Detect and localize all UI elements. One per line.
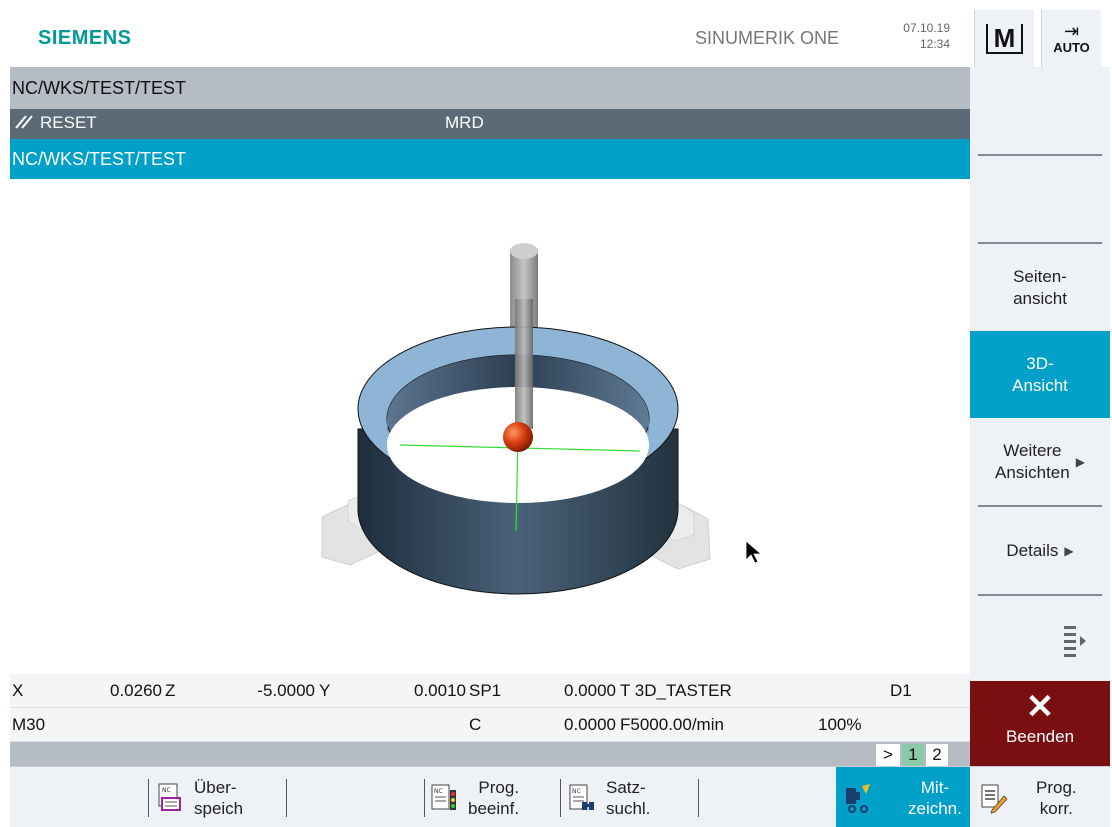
axis-c-value: 0.0000 (564, 715, 616, 734)
page-next-button[interactable]: > (876, 744, 900, 766)
overstore-icon: NC (158, 783, 181, 811)
channel-status-bar: RESET MRD (10, 109, 970, 139)
feed-override: 100% (818, 715, 862, 734)
softkey-satzsuchl[interactable]: NC Satz-suchl. (568, 767, 698, 827)
feedrate: F5000.00/min (620, 715, 724, 734)
tool-offset: D1 (890, 681, 912, 700)
softkey-seitenansicht[interactable]: Seiten-ansicht (970, 244, 1110, 331)
softkey-label: ansicht (1013, 288, 1067, 308)
softkey-divider (560, 779, 561, 817)
time: 12:34 (919, 37, 950, 51)
softkey-label: Über- (194, 777, 237, 797)
softkey-empty-1[interactable] (970, 67, 1110, 154)
program-control-icon: NC (431, 784, 456, 810)
axis-c-label: C (469, 715, 482, 734)
softkey-ueberspeich[interactable]: NC Über-speich (156, 767, 286, 827)
page-1-button[interactable]: 1 (902, 744, 924, 766)
path-title-bar: NC/WKS/TEST/TEST (10, 67, 970, 109)
softkey-details[interactable]: Details ▶ (970, 507, 1110, 594)
axis-x-label: X (12, 681, 24, 700)
softkey-3d-ansicht[interactable]: 3D- Ansicht (970, 331, 1110, 418)
close-x-icon: ✕ (1025, 688, 1055, 726)
date-time: 07.10.19 12:34 (890, 20, 950, 52)
machine-m-icon: M (985, 23, 1024, 54)
spindle-label: SP1 (469, 681, 502, 700)
mrd-status: MRD (445, 113, 484, 132)
softkey-more[interactable] (970, 596, 1110, 683)
svg-text:NC: NC (162, 787, 171, 794)
auto-arrow-icon: ⇥ (1063, 21, 1080, 41)
axis-z-label: Z (165, 681, 176, 700)
axis-y-label: Y (319, 681, 331, 700)
softkey-mitzeichnen[interactable]: Mit-zeichn. (836, 767, 970, 827)
chevron-right-icon: ▶ (1075, 454, 1085, 469)
simulation-view[interactable] (10, 179, 970, 674)
auto-mode-label: AUTO (1053, 40, 1090, 55)
softkey-label: korr. (1039, 798, 1073, 818)
siemens-logo: SIEMENS (38, 27, 132, 49)
softkey-label: Prog. (1036, 777, 1077, 797)
date: 07.10.19 (903, 21, 950, 35)
softkey-label: 3D- (1026, 353, 1054, 373)
page-strip (10, 742, 970, 766)
softkey-label: speich (194, 798, 244, 818)
path-title: NC/WKS/TEST/TEST (12, 77, 187, 98)
softkey-label: zeichn. (908, 798, 962, 818)
machine-mode-button[interactable]: M (974, 10, 1034, 67)
softkey-label: Satz- (606, 777, 646, 797)
axis-z-value: -5.0000 (257, 681, 315, 700)
chevron-right-icon: ▶ (1064, 543, 1074, 558)
softkey-prog-korr[interactable]: Prog. korr. (976, 767, 1110, 827)
simulation-3d-scene (321, 243, 763, 595)
softkey-label: Ansicht (1012, 375, 1068, 395)
softkey-label: Prog. (478, 777, 520, 797)
softkey-weitere-ansichten[interactable]: Weitere Ansichten ▶ (970, 418, 1110, 505)
softkey-prog-beeinf[interactable]: NC Prog. beeinf. (430, 767, 550, 827)
program-name: NC/WKS/TEST/TEST (12, 148, 187, 169)
softkey-label: Details (1006, 540, 1059, 560)
product-name: SINUMERIK ONE (695, 28, 840, 48)
block-search-icon: NC (569, 784, 594, 810)
program-name-bar: NC/WKS/TEST/TEST (10, 139, 970, 179)
current-block: M30 (12, 715, 46, 734)
reset-label: RESET (40, 113, 97, 132)
hmi-screen: SIEMENS SINUMERIK ONE 07.10.19 12:34 M ⇥… (10, 10, 1110, 827)
vertical-softkey-bar: Seiten-ansicht 3D- Ansicht Weitere Ansicht… (970, 67, 1110, 766)
position-row-2: M30 C 0.0000 F5000.00/min 100% (10, 708, 970, 742)
tool-name: T 3D_TASTER (620, 681, 732, 700)
spindle-value: 0.0000 (564, 681, 616, 700)
softkey-label: Seiten- (1013, 266, 1067, 286)
program-edit-icon (981, 784, 1008, 814)
position-row-1: X 0.0260 Z -5.0000 Y 0.0010 SP1 0.0000 T… (10, 674, 970, 708)
more-softkeys-icon (1064, 625, 1086, 657)
record-drawing-icon (846, 783, 870, 813)
softkey-label: suchl. (606, 798, 651, 818)
svg-text:NC: NC (572, 788, 581, 795)
softkey-divider (424, 779, 425, 817)
auto-mode-button[interactable]: ⇥ AUTO (1041, 10, 1101, 67)
softkey-divider (698, 779, 699, 817)
softkey-label: beeinf. (468, 798, 520, 818)
horizontal-softkey-bar: NC Über-speich NC Prog. beeinf. NC Satz-… (10, 766, 1110, 827)
position-table: X 0.0260 Z -5.0000 Y 0.0010 SP1 0.0000 T… (10, 674, 970, 742)
softkey-label: Weitere (1003, 440, 1062, 460)
axis-x-value: 0.0260 (110, 681, 162, 700)
reset-status: RESET (14, 113, 97, 133)
softkey-divider (148, 779, 149, 817)
beenden-label: Beenden (1005, 727, 1075, 746)
page-2-button[interactable]: 2 (926, 744, 948, 766)
softkey-label: Mit- (920, 777, 950, 797)
axis-y-value: 0.0010 (414, 681, 466, 700)
softkey-divider (286, 779, 287, 817)
reset-slash-icon (15, 115, 33, 129)
softkey-empty-2[interactable] (970, 156, 1110, 243)
header: SIEMENS SINUMERIK ONE 07.10.19 12:34 M ⇥… (10, 10, 1110, 67)
beenden-button[interactable]: ✕ Beenden (970, 681, 1110, 766)
svg-text:NC: NC (434, 788, 443, 795)
softkey-label: Ansichten (995, 462, 1070, 482)
